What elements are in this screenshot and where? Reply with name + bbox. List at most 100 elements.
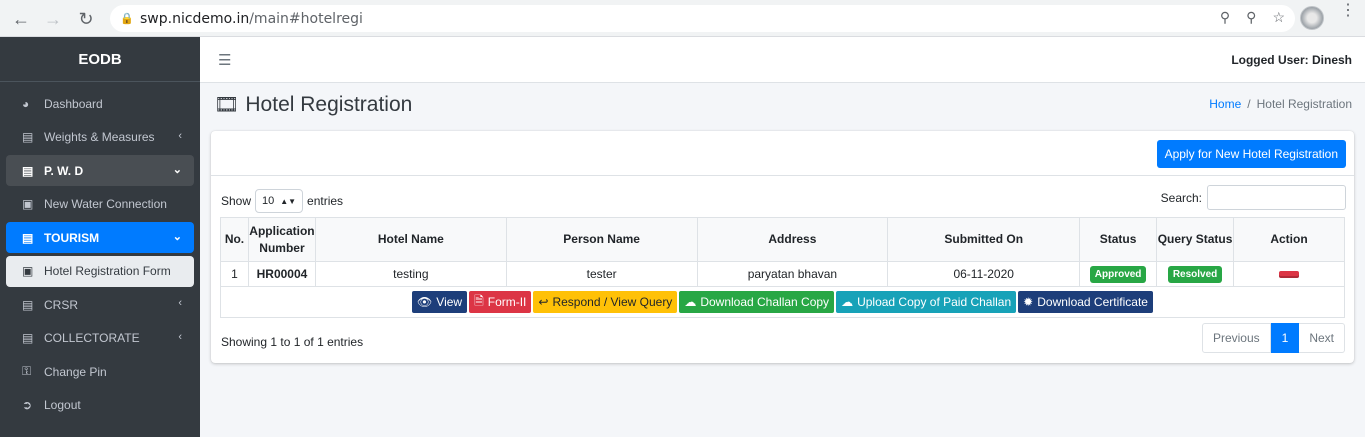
pagination: Previous 1 Next: [1201, 323, 1345, 353]
sidebar-item-logout[interactable]: ➲ Logout: [6, 390, 194, 421]
certificate-icon: ✹: [1023, 295, 1034, 309]
address-bar[interactable]: 🔒 swp.nicdemo.in/main#hotelregi ⚲ ⚲ ☆: [110, 5, 1295, 32]
previous-page-button[interactable]: Previous: [1201, 323, 1271, 353]
view-button[interactable]: 👁 View: [412, 291, 468, 313]
form-ii-button[interactable]: 🗎 Form-II: [469, 291, 532, 313]
sidebar-item-label: P. W. D: [44, 163, 84, 178]
sidebar: EODB ◕ Dashboard ▤ Weights & Measures ‹ …: [0, 37, 200, 437]
logout-icon: ➲: [22, 398, 33, 412]
page-1-button[interactable]: 1: [1270, 323, 1300, 353]
download-certificate-button[interactable]: ✹ Download Certificate: [1018, 291, 1153, 313]
sidebar-item-collectorate[interactable]: ▤ COLLECTORATE ‹: [6, 323, 194, 354]
sidebar-item-label: Weights & Measures: [44, 130, 155, 144]
sidebar-item-pwd[interactable]: ▤ P. W. D ⌄: [6, 155, 194, 186]
search-label: Search:: [1160, 190, 1202, 205]
sidebar-item-tourism[interactable]: ▤ TOURISM ⌄: [6, 222, 194, 253]
cell-app-number: HR00004: [247, 261, 316, 287]
action-toggle-button[interactable]: [1279, 271, 1300, 278]
sidebar-item-label: COLLECTORATE: [44, 331, 140, 345]
respond-label: Respond / View Query: [552, 295, 673, 309]
sidebar-item-label: CRSR: [44, 297, 79, 312]
column-header[interactable]: Address: [696, 217, 889, 262]
cloud-upload-icon: ☁: [841, 295, 854, 309]
logged-user: Logged User: Dinesh: [1231, 53, 1352, 67]
list-icon: ▤: [22, 230, 34, 245]
sidebar-item-dashboard[interactable]: ◕ Dashboard: [6, 88, 194, 119]
back-icon[interactable]: ←: [6, 4, 36, 34]
form-ii-label: Form-II: [487, 295, 527, 309]
sidebar-item-hotel-registration-form[interactable]: ▣ Hotel Registration Form: [6, 255, 194, 287]
page-length-value: 10: [262, 195, 275, 207]
sidebar-item-label: Dashboard: [44, 96, 103, 111]
upload-challan-button[interactable]: ☁ Upload Copy of Paid Challan: [836, 291, 1017, 313]
cell-hotel-name: testing: [314, 261, 507, 287]
chevron-down-icon: ⌄: [172, 164, 182, 176]
chevron-left-icon: ‹: [178, 330, 182, 343]
breadcrumb-current: Hotel Registration: [1256, 97, 1352, 111]
chevron-left-icon: ‹: [178, 129, 182, 142]
card-header: Apply for New Hotel Registration: [211, 131, 1354, 176]
star-icon[interactable]: ☆: [1272, 9, 1285, 26]
url-text: swp.nicdemo.in/main#hotelregi: [140, 11, 363, 27]
id-card-icon: ▣: [22, 197, 34, 211]
respond-query-button[interactable]: ↩ Respond / View Query: [533, 291, 678, 313]
column-header[interactable]: Action: [1233, 217, 1345, 262]
table-info: Showing 1 to 1 of 1 entries: [221, 335, 364, 349]
sidebar-item-label: Change Pin: [44, 364, 107, 379]
film-icon: 🎞: [214, 94, 240, 116]
list-icon: ▤: [22, 297, 34, 312]
cell-action: [1233, 261, 1345, 287]
download-challan-button[interactable]: ☁ Download Challan Copy: [679, 291, 835, 313]
query-status-badge: Resolved: [1167, 265, 1223, 283]
sidebar-item-change-pin[interactable]: ⚿ Change Pin: [6, 356, 194, 387]
sidebar-item-label: TOURISM: [44, 230, 100, 245]
page-length-control: Show 10 ▲▼ entries: [221, 189, 343, 213]
page-length-select[interactable]: 10 ▲▼: [255, 189, 304, 213]
breadcrumb-separator: /: [1247, 97, 1251, 111]
zoom-icon[interactable]: ⚲: [1246, 9, 1256, 26]
browser-toolbar: ← → ↻ 🔒 swp.nicdemo.in/main#hotelregi ⚲ …: [0, 0, 1365, 37]
apply-new-registration-button[interactable]: Apply for New Hotel Registration: [1156, 140, 1346, 168]
pdf-icon: 🗎: [474, 293, 484, 308]
key-icon[interactable]: ⚲: [1220, 9, 1230, 26]
eye-icon: 👁: [417, 295, 433, 309]
sidebar-item-label: Logout: [44, 398, 81, 412]
search-control: Search:: [1161, 185, 1346, 210]
page-title-text: Hotel Registration: [245, 92, 413, 116]
column-header[interactable]: No.: [220, 217, 249, 262]
column-header[interactable]: Query Status: [1156, 217, 1235, 262]
next-page-button[interactable]: Next: [1299, 323, 1345, 353]
sidebar-item-crsr[interactable]: ▤ CRSR ‹: [6, 289, 194, 320]
breadcrumb-home-link[interactable]: Home: [1209, 97, 1241, 111]
view-label: View: [436, 295, 463, 309]
sidebar-item-new-water-connection[interactable]: ▣ New Water Connection: [6, 189, 194, 220]
list-icon: ▤: [22, 331, 34, 345]
entries-label: entries: [307, 194, 344, 208]
list-icon: ▤: [22, 163, 34, 178]
browser-menu-icon[interactable]: ⋮: [1340, 3, 1356, 19]
reply-icon: ↩: [538, 295, 549, 309]
column-header[interactable]: Submitted On: [887, 217, 1081, 262]
reload-icon[interactable]: ↻: [71, 4, 101, 34]
sidebar-item-weights-measures[interactable]: ▤ Weights & Measures ‹: [6, 122, 194, 153]
search-input[interactable]: [1207, 185, 1346, 210]
column-header[interactable]: Status: [1079, 217, 1158, 262]
table-row-actions: 👁 View 🗎 Form-II ↩ Respond / View Query ☁ Downl…: [220, 286, 1345, 318]
hamburger-menu-icon[interactable]: ☰: [218, 51, 231, 69]
table-row: 1 HR00004 testing tester paryatan bhavan…: [220, 261, 1345, 287]
profile-avatar[interactable]: [1300, 6, 1324, 30]
page-title: 🎞 Hotel Registration: [214, 92, 412, 117]
challan-label: Download Challan Copy: [700, 295, 830, 309]
url-path: /main#hotelregi: [249, 10, 363, 27]
updown-icon: ▲▼: [280, 196, 297, 206]
key-icon: ⚿: [22, 364, 32, 378]
column-header[interactable]: Person Name: [505, 217, 698, 262]
forward-icon[interactable]: →: [38, 4, 68, 34]
status-badge: Approved: [1089, 265, 1147, 283]
cell-status: Approved: [1079, 261, 1158, 287]
column-header[interactable]: Application Number: [247, 217, 316, 262]
column-header[interactable]: Hotel Name: [314, 217, 507, 262]
brand-logo[interactable]: EODB: [0, 37, 200, 82]
chevron-down-icon: ⌄: [172, 231, 182, 243]
show-label: Show: [221, 194, 252, 208]
